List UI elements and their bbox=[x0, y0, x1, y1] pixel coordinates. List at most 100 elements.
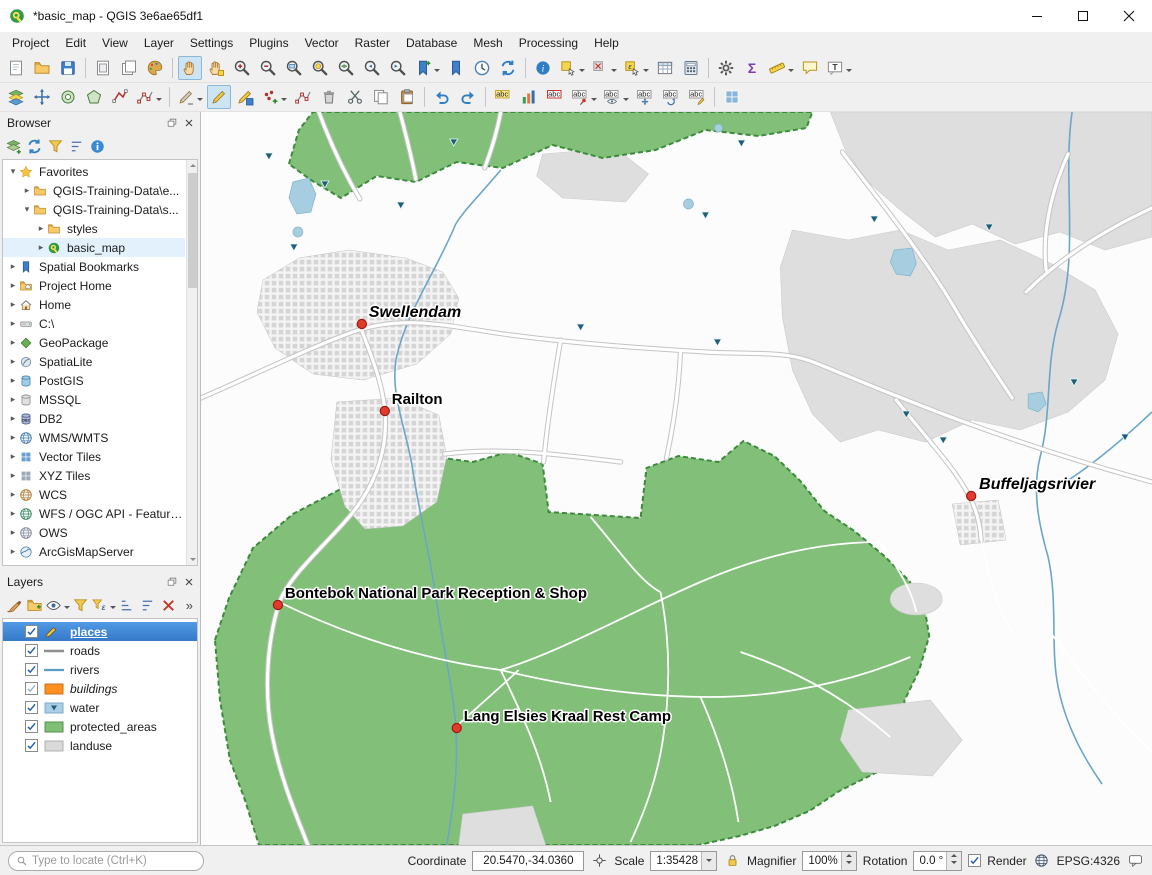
browser-item-qgis-training-data-s[interactable]: ▾QGIS-Training-Data\s... bbox=[3, 200, 185, 219]
close-button[interactable] bbox=[1106, 0, 1152, 32]
menu-edit[interactable]: Edit bbox=[57, 33, 94, 53]
copy-features-button[interactable] bbox=[369, 85, 393, 109]
map-tips-button[interactable] bbox=[798, 56, 822, 80]
add-ring-button[interactable] bbox=[56, 85, 80, 109]
deselect-features-button[interactable] bbox=[589, 56, 619, 80]
dropdown-arrow-icon[interactable] bbox=[591, 98, 597, 104]
browser-item-ows[interactable]: ▸OWS bbox=[3, 523, 185, 542]
menu-settings[interactable]: Settings bbox=[182, 33, 241, 53]
layer-visibility-checkbox[interactable] bbox=[25, 644, 38, 657]
browser-item-spatial-bookmarks[interactable]: ▸Spatial Bookmarks bbox=[3, 257, 185, 276]
select-features-button[interactable] bbox=[557, 56, 587, 80]
epsg-globe-icon[interactable] bbox=[1033, 852, 1051, 870]
open-layer-styling-button[interactable] bbox=[3, 594, 24, 616]
open-attribute-table-button[interactable] bbox=[653, 56, 677, 80]
extents-toggle-icon[interactable] bbox=[590, 852, 608, 870]
expand-arrow-icon[interactable]: ▸ bbox=[7, 432, 19, 443]
menu-view[interactable]: View bbox=[94, 33, 136, 53]
browser-item-db2[interactable]: ▸DB2DB2 bbox=[3, 409, 185, 428]
browser-item-postgis[interactable]: ▸PostGIS bbox=[3, 371, 185, 390]
layer-visibility-checkbox[interactable] bbox=[25, 739, 38, 752]
scroll-down-icon[interactable] bbox=[187, 554, 198, 565]
expand-arrow-icon[interactable]: ▸ bbox=[7, 356, 19, 367]
save-project-button[interactable] bbox=[56, 56, 80, 80]
remove-layer-button[interactable] bbox=[158, 594, 179, 616]
layer-labeling-options-button[interactable]: abc bbox=[491, 85, 515, 109]
redo-button[interactable] bbox=[456, 85, 480, 109]
zoom-to-selection-button[interactable] bbox=[308, 56, 332, 80]
browser-item-wms-wmts[interactable]: ▸WMS/WMTS bbox=[3, 428, 185, 447]
collapse-arrow-icon[interactable]: ▾ bbox=[21, 204, 33, 215]
add-point-feature-button[interactable] bbox=[259, 85, 289, 109]
undo-button[interactable] bbox=[430, 85, 454, 109]
reshape-features-button[interactable] bbox=[108, 85, 132, 109]
change-label-button[interactable]: abc bbox=[685, 85, 709, 109]
expand-arrow-icon[interactable]: ▸ bbox=[21, 185, 33, 196]
browser-item-project-home[interactable]: ▸Project Home bbox=[3, 276, 185, 295]
magnifier-spinbox[interactable]: 100% bbox=[802, 851, 856, 871]
expand-arrow-icon[interactable]: ▸ bbox=[7, 394, 19, 405]
identify-features-button[interactable]: i bbox=[531, 56, 555, 80]
save-layer-edits-button[interactable] bbox=[233, 85, 257, 109]
collapse-all-layers-button[interactable] bbox=[137, 594, 158, 616]
new-map-view-button[interactable] bbox=[720, 85, 744, 109]
float-panel-icon[interactable] bbox=[164, 574, 179, 589]
expand-arrow-icon[interactable]: ▸ bbox=[7, 318, 19, 329]
move-feature-button[interactable] bbox=[30, 85, 54, 109]
scrollbar-thumb[interactable] bbox=[188, 173, 197, 288]
browser-scrollbar[interactable] bbox=[186, 160, 197, 565]
show-hide-labels-button[interactable]: abc bbox=[601, 85, 631, 109]
expand-arrow-icon[interactable]: ▸ bbox=[7, 489, 19, 500]
cut-features-button[interactable] bbox=[343, 85, 367, 109]
browser-item-basic-map[interactable]: ▸basic_map bbox=[3, 238, 185, 257]
close-panel-icon[interactable] bbox=[181, 115, 196, 130]
expand-arrow-icon[interactable]: ▸ bbox=[7, 508, 19, 519]
browser-item-arcgismapserver[interactable]: ▸ArcGisMapServer bbox=[3, 542, 185, 561]
delete-selected-button[interactable] bbox=[317, 85, 341, 109]
collapse-all-button[interactable] bbox=[66, 135, 87, 157]
scroll-up-icon[interactable] bbox=[187, 160, 198, 171]
menu-plugins[interactable]: Plugins bbox=[241, 33, 296, 53]
layer-item-roads[interactable]: roads bbox=[3, 641, 197, 660]
layer-visibility-checkbox[interactable] bbox=[25, 625, 38, 638]
layer-visibility-checkbox[interactable] bbox=[25, 682, 38, 695]
field-calculator-button[interactable] bbox=[679, 56, 703, 80]
zoom-next-button[interactable] bbox=[386, 56, 410, 80]
filter-by-expression-button[interactable]: ε bbox=[91, 594, 116, 616]
filter-legend-button[interactable] bbox=[70, 594, 91, 616]
expand-all-button[interactable] bbox=[116, 594, 137, 616]
dropdown-arrow-icon[interactable] bbox=[788, 69, 794, 75]
dropdown-arrow-icon[interactable] bbox=[281, 98, 287, 104]
pin-unpin-labels-button[interactable]: abc bbox=[569, 85, 599, 109]
menu-database[interactable]: Database bbox=[398, 33, 465, 53]
layer-diagram-options-button[interactable] bbox=[517, 85, 541, 109]
new-spatial-bookmark-button[interactable] bbox=[412, 56, 442, 80]
layer-item-protected_areas[interactable]: protected_areas bbox=[3, 717, 197, 736]
browser-item-c[interactable]: ▸C:\ bbox=[3, 314, 185, 333]
add-group-button[interactable] bbox=[24, 594, 45, 616]
menu-help[interactable]: Help bbox=[586, 33, 627, 53]
vertex-tool-button[interactable] bbox=[291, 85, 315, 109]
coordinate-input[interactable]: 20.5470,-34.0360 bbox=[472, 851, 584, 871]
scale-lock-icon[interactable] bbox=[723, 852, 741, 870]
layer-item-landuse[interactable]: landuse bbox=[3, 736, 197, 755]
browser-item-geopackage[interactable]: ▸GeoPackage bbox=[3, 333, 185, 352]
dropdown-arrow-icon[interactable] bbox=[611, 69, 617, 75]
paste-features-button[interactable] bbox=[395, 85, 419, 109]
zoom-out-button[interactable] bbox=[256, 56, 280, 80]
menu-processing[interactable]: Processing bbox=[511, 33, 586, 53]
toggle-editing-button[interactable] bbox=[207, 85, 231, 109]
show-spatial-bookmarks-button[interactable] bbox=[444, 56, 468, 80]
zoom-full-button[interactable] bbox=[282, 56, 306, 80]
expand-arrow-icon[interactable]: ▸ bbox=[7, 451, 19, 462]
browser-item-xyz-tiles[interactable]: ▸XYZ Tiles bbox=[3, 466, 185, 485]
log-messages-icon[interactable] bbox=[1126, 852, 1144, 870]
browser-item-favorites[interactable]: ▾Favorites bbox=[3, 162, 185, 181]
expand-arrow-icon[interactable]: ▸ bbox=[7, 565, 19, 566]
browser-item-wcs[interactable]: ▸WCS bbox=[3, 485, 185, 504]
style-dock-button[interactable] bbox=[4, 85, 28, 109]
highlight-pinned-labels-button[interactable]: abc bbox=[543, 85, 567, 109]
layer-visibility-checkbox[interactable] bbox=[25, 701, 38, 714]
add-part-button[interactable] bbox=[82, 85, 106, 109]
move-label-button[interactable]: abc bbox=[633, 85, 657, 109]
